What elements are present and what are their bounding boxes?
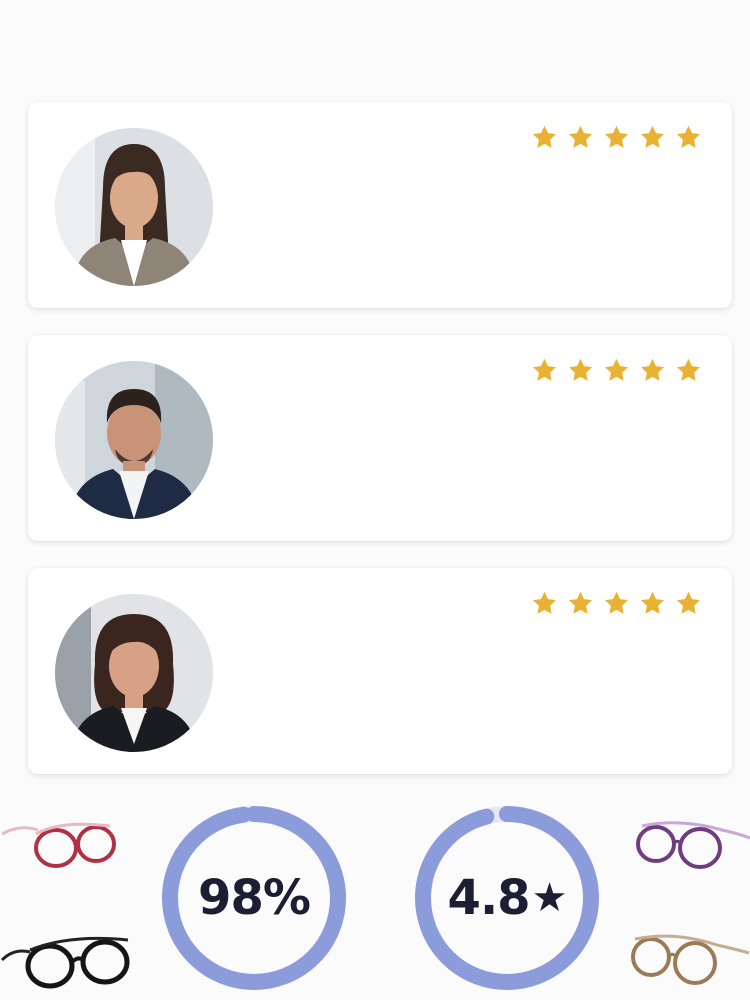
star-icon <box>533 358 556 381</box>
star-icon <box>677 358 700 381</box>
testimonial-card <box>28 102 732 308</box>
rating-stat: 4.8 ★ <box>412 803 602 993</box>
avatar <box>55 361 213 519</box>
star-icon <box>677 591 700 614</box>
rating-stars <box>531 357 702 384</box>
black-glasses-icon <box>0 936 130 989</box>
satisfaction-value: 98% <box>198 870 311 926</box>
avatar <box>55 128 213 286</box>
rating-value: 4.8 <box>447 870 531 926</box>
tan-glasses-icon <box>631 934 750 985</box>
purple-glasses-icon <box>636 821 750 869</box>
star-icon <box>641 358 664 381</box>
rating-stars <box>531 124 702 151</box>
star-icon <box>569 358 592 381</box>
star-icon <box>605 125 628 148</box>
star-icon <box>569 125 592 148</box>
testimonial-card <box>28 335 732 541</box>
red-glasses-icon <box>1 822 116 868</box>
star-icon: ★ <box>531 875 568 921</box>
star-icon <box>605 358 628 381</box>
satisfaction-stat: 98% <box>159 803 349 993</box>
star-icon <box>677 125 700 148</box>
star-icon <box>533 591 556 614</box>
star-icon <box>569 591 592 614</box>
star-icon <box>641 591 664 614</box>
avatar <box>55 594 213 752</box>
star-icon <box>641 125 664 148</box>
testimonial-card <box>28 568 732 774</box>
star-icon <box>605 591 628 614</box>
star-icon <box>533 125 556 148</box>
rating-stars <box>531 590 702 617</box>
